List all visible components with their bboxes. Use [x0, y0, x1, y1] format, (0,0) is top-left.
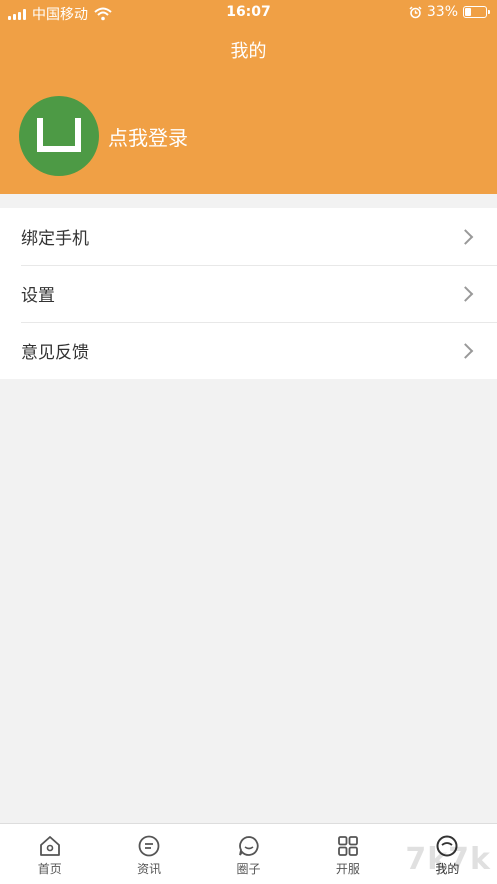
grid-icon [338, 836, 358, 856]
tab-label: 首页 [37, 862, 62, 876]
chat-icon [238, 836, 259, 856]
battery-icon [463, 6, 490, 18]
watermark: 7k7k [405, 842, 491, 877]
avatar[interactable] [19, 96, 99, 176]
menu-item-bind-phone[interactable]: 绑定手机 [0, 208, 497, 265]
tab-news[interactable]: 资讯 [99, 824, 198, 884]
settings-menu: 绑定手机 设置 意见反馈 [0, 208, 497, 379]
tab-home[interactable]: 首页 [0, 824, 99, 884]
chevron-right-icon [457, 342, 474, 359]
menu-item-label: 绑定手机 [21, 229, 89, 249]
menu-item-label: 意见反馈 [21, 343, 89, 363]
alarm-icon [409, 5, 422, 18]
tab-label: 资讯 [137, 862, 162, 876]
home-icon [39, 836, 60, 856]
profile-header: 中国移动 16:07 33% 我的 点我登录 [0, 0, 497, 194]
menu-item-feedback[interactable]: 意见反馈 [0, 322, 497, 379]
app-logo-icon [37, 118, 81, 152]
news-icon [138, 835, 160, 857]
tab-servers[interactable]: 开服 [298, 824, 397, 884]
battery-percent: 33% [426, 4, 458, 20]
chevron-right-icon [457, 285, 474, 302]
chevron-right-icon [457, 228, 474, 245]
menu-item-settings[interactable]: 设置 [0, 265, 497, 322]
menu-item-label: 设置 [21, 286, 55, 306]
tab-label: 开服 [335, 862, 360, 876]
tab-circle[interactable]: 圈子 [199, 824, 298, 884]
page-title: 我的 [230, 41, 267, 62]
status-bar: 中国移动 16:07 33% [0, 0, 497, 26]
tab-label: 圈子 [236, 862, 261, 876]
login-link[interactable]: 点我登录 [108, 122, 188, 151]
